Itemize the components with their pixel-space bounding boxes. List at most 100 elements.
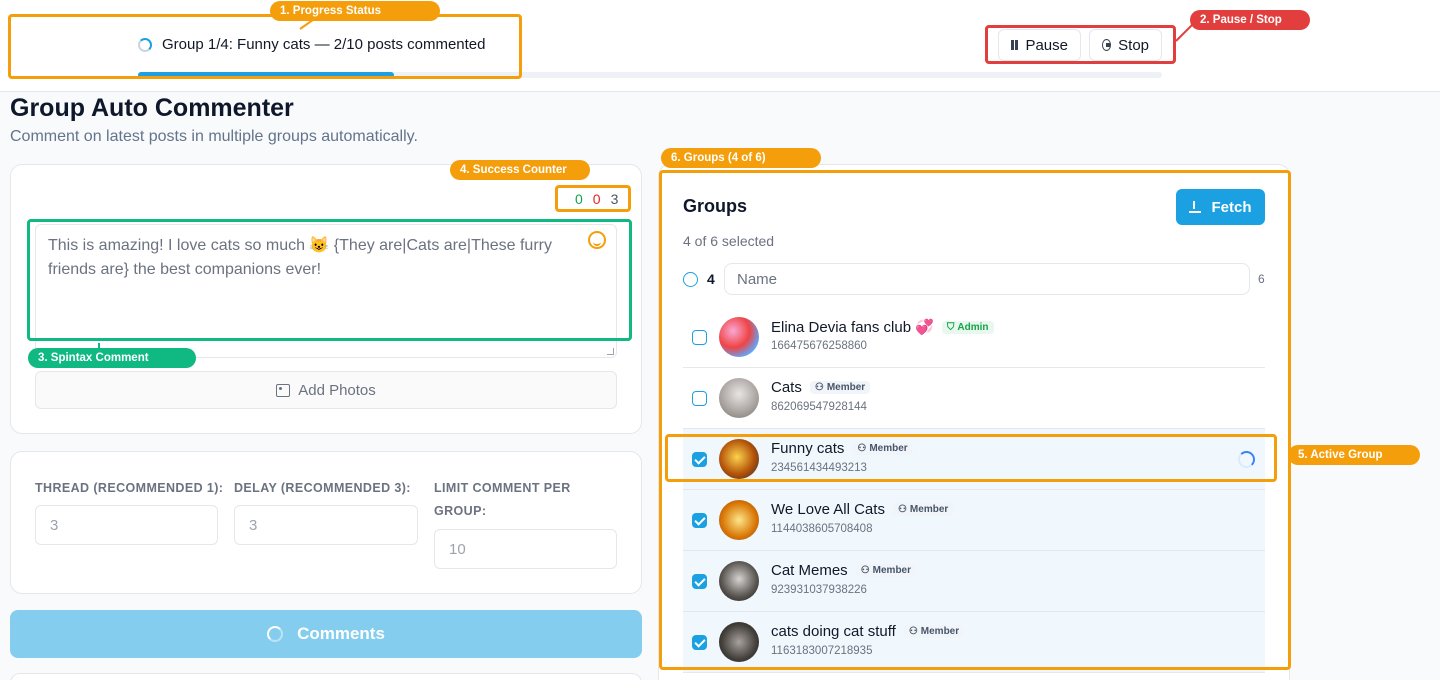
group-avatar	[719, 500, 759, 540]
group-avatar	[719, 622, 759, 662]
comments-button[interactable]: Comments	[10, 610, 642, 658]
annotation-progress-status: 1. Progress Status	[270, 1, 440, 21]
annotation-success-counter: 4. Success Counter	[450, 160, 590, 180]
progress-status: Group 1/4: Funny cats — 2/10 posts comme…	[138, 36, 486, 53]
group-name-row: Funny cats ⚇ Member	[771, 440, 913, 457]
group-avatar	[719, 317, 759, 357]
group-name-row: Cat Memes ⚇ Member	[771, 562, 917, 579]
group-name-row: cats doing cat stuff ⚇ Member	[771, 623, 965, 640]
total-count-label: 6	[1258, 272, 1265, 286]
group-id: 1144038605708408	[771, 523, 873, 535]
group-avatar	[719, 439, 759, 479]
page-title: Group Auto Commenter	[10, 94, 294, 122]
group-checkbox[interactable]	[692, 391, 707, 406]
group-row[interactable]: Funny cats ⚇ Member 234561434493213	[683, 429, 1265, 490]
group-name: Cat Memes	[771, 562, 848, 579]
group-row[interactable]: Cat Memes ⚇ Member 923931037938226	[683, 551, 1265, 612]
total-count: 3	[610, 191, 619, 207]
group-name-row: Cats ⚇ Member	[771, 379, 871, 396]
comment-text: This is amazing! I love cats so much 😺 {…	[48, 237, 552, 278]
select-all-checkbox[interactable]	[683, 272, 698, 287]
group-search-placeholder: Name	[737, 270, 778, 288]
loading-spinner-icon	[138, 37, 152, 52]
user-icon: ⚇	[908, 626, 918, 637]
selected-count: 4	[707, 271, 715, 287]
group-name: Elina Devia fans club 💞	[771, 319, 934, 336]
add-photos-button[interactable]: Add Photos	[35, 371, 617, 409]
group-role-badge: ⚇ Member	[855, 564, 917, 577]
loading-spinner-icon	[1238, 451, 1255, 468]
group-id: 234561434493213	[771, 462, 867, 474]
user-icon: ⚇	[814, 382, 824, 393]
group-name: Funny cats	[771, 440, 845, 457]
annotation-connector	[98, 343, 100, 351]
loading-spinner-icon	[267, 626, 284, 642]
delay-label: DELAY (RECOMMENDED 3):	[234, 481, 411, 495]
success-count: 0	[575, 191, 583, 207]
stop-icon	[1102, 39, 1112, 51]
group-role-badge: ⚇ Member	[809, 381, 871, 394]
page-subtitle: Comment on latest posts in multiple grou…	[10, 128, 418, 145]
emoji-picker-icon[interactable]	[588, 231, 606, 249]
annotation-spintax-comment: 3. Spintax Comment	[28, 348, 196, 368]
group-name: cats doing cat stuff	[771, 623, 896, 640]
group-checkbox[interactable]	[692, 635, 707, 650]
delay-input[interactable]: 3	[234, 505, 418, 545]
annotation-active-group: 5. Active Group	[1288, 445, 1420, 465]
progress-bar	[138, 72, 1162, 78]
group-row[interactable]: Cats ⚇ Member 862069547928144	[683, 368, 1265, 429]
group-id: 166475676258860	[771, 340, 867, 352]
group-role-badge: ⚇ Member	[903, 625, 965, 638]
groups-selected-text: 4 of 6 selected	[683, 233, 775, 249]
progress-status-text: Group 1/4: Funny cats — 2/10 posts comme…	[162, 36, 486, 53]
group-name-row: Elina Devia fans club 💞 ⛉ Admin	[771, 318, 994, 336]
group-checkbox[interactable]	[692, 513, 707, 528]
group-role-badge: ⚇ Member	[852, 442, 913, 455]
group-name: We Love All Cats	[771, 501, 885, 518]
limit-input[interactable]: 10	[434, 529, 617, 569]
pause-icon	[1011, 40, 1019, 50]
group-row[interactable]: We Love All Cats ⚇ Member 1144038605708408	[683, 490, 1265, 551]
stop-button[interactable]: Stop	[1089, 29, 1162, 61]
pause-button-label: Pause	[1025, 36, 1068, 54]
next-card	[10, 673, 642, 680]
shield-icon: ⛉	[946, 321, 955, 333]
group-avatar	[719, 378, 759, 418]
comments-button-label: Comments	[297, 624, 385, 643]
group-checkbox[interactable]	[692, 574, 707, 589]
progress-bar-fill	[138, 72, 394, 78]
groups-title: Groups	[683, 196, 748, 216]
thread-label: THREAD (RECOMMENDED 1):	[35, 481, 224, 495]
group-checkbox[interactable]	[692, 452, 707, 467]
stop-button-label: Stop	[1118, 36, 1149, 54]
user-icon: ⚇	[860, 565, 870, 576]
thread-input[interactable]: 3	[35, 505, 218, 545]
pause-button[interactable]: Pause	[998, 29, 1081, 61]
group-role-badge: ⛉ Admin	[941, 320, 994, 334]
group-search-input[interactable]: Name	[724, 263, 1250, 295]
user-icon: ⚇	[857, 443, 867, 454]
user-icon: ⚇	[897, 504, 907, 515]
fetch-button[interactable]: Fetch	[1176, 189, 1265, 225]
add-photos-label: Add Photos	[298, 381, 376, 399]
success-counter: 0 0 3	[575, 191, 618, 207]
group-row[interactable]: Elina Devia fans club 💞 ⛉ Admin 16647567625…	[683, 307, 1265, 368]
resize-handle-icon[interactable]	[607, 348, 614, 355]
group-name-row: We Love All Cats ⚇ Member	[771, 501, 954, 518]
fetch-button-label: Fetch	[1211, 198, 1252, 216]
group-avatar	[719, 561, 759, 601]
annotation-pause-stop: 2. Pause / Stop	[1190, 10, 1310, 30]
limit-label: LIMIT COMMENT PER GROUP:	[434, 481, 571, 518]
group-role-badge: ⚇ Member	[892, 503, 954, 516]
group-row[interactable]: cats doing cat stuff ⚇ Member 1163183007218…	[683, 612, 1265, 673]
group-id: 1163183007218935	[771, 645, 873, 657]
failed-count: 0	[592, 191, 601, 207]
download-icon	[1189, 201, 1202, 213]
group-name: Cats	[771, 379, 802, 396]
group-checkbox[interactable]	[692, 330, 707, 345]
group-id: 862069547928144	[771, 401, 867, 413]
image-icon	[276, 383, 291, 397]
comment-textarea[interactable]: This is amazing! I love cats so much 😺 {…	[35, 224, 617, 358]
annotation-groups: 6. Groups (4 of 6)	[661, 148, 821, 168]
group-id: 923931037938226	[771, 584, 867, 596]
